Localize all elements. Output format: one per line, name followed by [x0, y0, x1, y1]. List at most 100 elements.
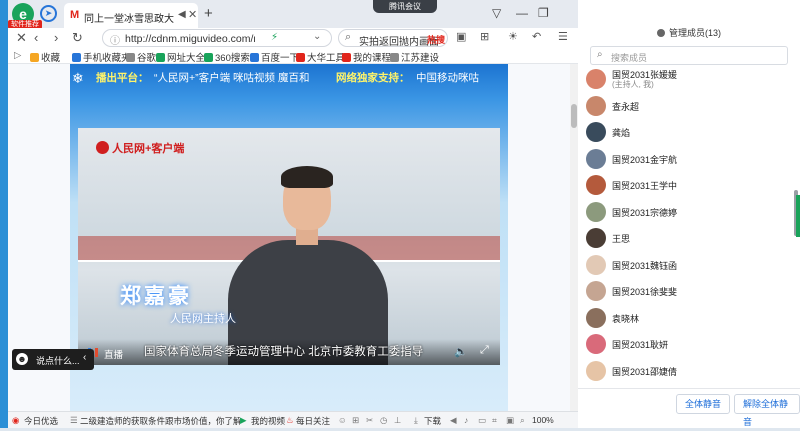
hot-search-label[interactable]: 热搜	[427, 33, 445, 46]
smiley-icon[interactable]: ☺	[338, 415, 347, 425]
member-role: (主持人, 我)	[612, 80, 654, 89]
unmute-all-button[interactable]: 解除全体静音	[734, 394, 800, 427]
member-row[interactable]: 国贸2031魏钰函	[586, 253, 786, 277]
member-row[interactable]: 龚焰	[586, 120, 786, 144]
fullscreen-icon[interactable]: ⤢	[480, 344, 489, 357]
member-row[interactable]: 国贸2031金宇航	[586, 147, 786, 171]
bookmark-label: 收藏	[41, 53, 61, 64]
channel-logo-text: 人民网+客户端	[112, 143, 185, 155]
volume-icon[interactable]: 🔈	[454, 345, 468, 358]
bookmark-item[interactable]: 谷歌	[126, 50, 156, 64]
bookmark-item[interactable]: 网址大全	[156, 50, 205, 64]
tab-close-button[interactable]: ✕	[188, 8, 197, 21]
deals-icon: ◉	[12, 415, 20, 425]
edge-marker	[796, 195, 800, 237]
member-name: 国贸2031金宇航	[612, 154, 678, 165]
member-row[interactable]: 国贸2031耿妍	[586, 332, 786, 356]
bookmark-item[interactable]: 我的课程	[342, 50, 391, 64]
bookmark-item[interactable]: 360搜索	[204, 50, 250, 64]
news-ticker[interactable]: 二级建造师的获取条件跟市场价值，你了解的有多少	[80, 415, 240, 427]
mute-all-button[interactable]: 全体静音	[676, 394, 731, 414]
bookmark-label: 谷歌	[137, 53, 157, 64]
scrollbar-thumb[interactable]	[571, 104, 577, 128]
bookmark-expand-icon[interactable]: ▷	[14, 50, 21, 61]
member-row[interactable]: 国贸2031宗德婷	[586, 200, 786, 224]
screenshot-icon[interactable]: ⌗	[492, 415, 497, 426]
video-subtitle: 国家体育总局冬季运动管理中心 北京市委教育工委指导	[144, 346, 424, 358]
apps-icon[interactable]: ⊞	[480, 30, 489, 43]
bookmark-item[interactable]: 手机收藏夹	[72, 50, 131, 64]
photo-icon[interactable]: ▣	[506, 415, 514, 426]
bookmark-item[interactable]: 大华工具	[296, 50, 345, 64]
speed-icon[interactable]: ⚡	[271, 32, 278, 43]
undo-icon[interactable]: ↶	[532, 30, 541, 43]
refresh-icon[interactable]: ↻	[72, 30, 83, 46]
collapse-chat-button[interactable]: ‹	[83, 352, 86, 363]
sound-icon[interactable]: ♪	[464, 415, 468, 425]
member-row[interactable]: 国贸2031邵婕倩	[586, 359, 786, 383]
address-bar[interactable]: ⓘ http://cdnm.miguvideo.com/mg ⚡ ⌄	[102, 29, 332, 47]
clock-icon[interactable]: ◷	[380, 415, 387, 426]
chat-input[interactable]: 说点什么...	[36, 354, 80, 367]
search360-icon	[204, 53, 213, 62]
url-text[interactable]: http://cdnm.miguvideo.com/mg	[125, 33, 255, 45]
new-tab-button[interactable]: +	[204, 5, 213, 22]
host-name: 郑嘉豪	[120, 285, 192, 308]
emoji-icon[interactable]: ☻	[16, 353, 28, 365]
navigation-icon[interactable]: ➤	[40, 5, 57, 22]
tab-active[interactable]: M 同上一堂冰雪思政大课 ◀ ✕	[64, 3, 198, 28]
member-row[interactable]: 袁晓林	[586, 306, 786, 330]
minimize-icon[interactable]: —	[516, 6, 528, 20]
avatar	[586, 307, 606, 328]
folder-icon	[390, 53, 399, 62]
status-item[interactable]: 我的视频	[251, 415, 285, 427]
sidebar-toggle-icon[interactable]: ✕	[16, 30, 27, 46]
video-player[interactable]: 人民网+客户端 郑嘉豪 人民网主持人 直播 国家体育总局冬季运动管理中心 北京市…	[78, 128, 500, 365]
grid-icon[interactable]: ⊞	[352, 415, 359, 426]
member-row[interactable]: 王思	[586, 226, 786, 250]
bookmark-item[interactable]: 江苏建设	[390, 50, 439, 64]
member-name: 王思	[612, 234, 631, 244]
hero-banner: ❄ 播出平台： “人民网+”客户端 咪咕视频 魔百和 网络独家支持： 中国移动咪…	[70, 64, 508, 411]
bookmark-icon	[30, 53, 39, 62]
page-info-icon[interactable]: ⓘ	[110, 32, 120, 47]
reader-icon[interactable]: ▣	[456, 30, 466, 43]
tab-bar: e 软件推荐 ➤ M 同上一堂冰雪思政大课 ◀ ✕ + 腾讯会议 ▽ — ❐	[8, 0, 578, 29]
back-icon[interactable]: ‹	[34, 30, 38, 45]
panel-divider	[578, 388, 800, 389]
address-dropdown-icon[interactable]: ⌄	[313, 31, 321, 42]
bookmark-item[interactable]: 收藏	[30, 50, 60, 64]
status-item[interactable]: 每日关注	[296, 415, 330, 427]
speaker-icon[interactable]: ◀	[450, 415, 457, 426]
forward-icon[interactable]: ›	[54, 30, 58, 45]
member-search[interactable]: ⌕ 搜索成员	[590, 46, 788, 65]
avatar	[586, 201, 606, 222]
menu-icon[interactable]: ☰	[558, 30, 568, 43]
bookmark-item[interactable]: 百度一下	[250, 50, 299, 64]
page-scrollbar[interactable]	[570, 64, 578, 411]
chat-widget[interactable]: ☻ 说点什么... ‹	[12, 349, 94, 370]
status-item[interactable]: 今日优选	[24, 415, 58, 427]
search-box[interactable]: ⌕ 实拍返回抛内画面 热搜	[338, 29, 448, 48]
restore-icon[interactable]: ❐	[538, 6, 549, 20]
people-logo-icon	[96, 141, 109, 154]
member-row[interactable]: 国贸2031王学中	[586, 173, 786, 197]
pin-icon[interactable]: ⊥	[394, 415, 401, 426]
member-row[interactable]: 国贸2031张媛媛 (主持人, 我)	[586, 67, 786, 91]
shirt-icon[interactable]: ▽	[492, 6, 501, 20]
member-search-input[interactable]: 搜索成员	[611, 51, 647, 64]
bookmark-label: 江苏建设	[401, 53, 440, 64]
meeting-indicator[interactable]: 腾讯会议	[373, 0, 437, 13]
user-icon	[656, 29, 665, 37]
host-hair	[281, 166, 333, 188]
status-item[interactable]: 下载	[424, 415, 441, 427]
reader-mode-icon[interactable]: ▭	[478, 415, 486, 426]
member-row[interactable]: 国贸2031徐斐斐	[586, 279, 786, 303]
speaker-mute-icon[interactable]: ◀	[178, 9, 186, 20]
tool-icon	[296, 53, 305, 62]
brightness-icon[interactable]: ☀	[508, 30, 518, 43]
avatar	[586, 175, 606, 195]
member-row[interactable]: 查永超	[586, 94, 786, 118]
zoom-level[interactable]: 100%	[532, 415, 554, 425]
scissors-icon[interactable]: ✂	[366, 415, 373, 426]
